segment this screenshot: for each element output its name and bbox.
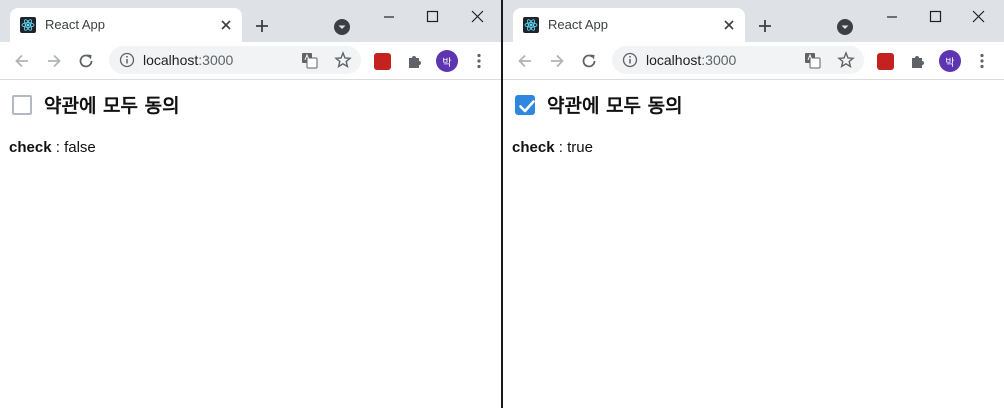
page-content: 약관에 모두 동의 check : true [503,80,1004,408]
close-tab-icon[interactable] [218,17,234,33]
url-port: :3000 [198,52,234,68]
extensions-puzzle-icon[interactable] [909,52,927,70]
address-bar[interactable]: localhost:3000 [109,46,361,74]
url-text: localhost:3000 [143,52,233,68]
url-port: :3000 [701,52,737,68]
browser-window-left: React App localhost:3000 박 약관에 모두 동의 che… [0,0,501,408]
react-logo-icon [20,17,36,33]
translate-icon[interactable] [804,52,821,69]
status-value: false [64,139,96,156]
tab-react-app[interactable]: React App [513,8,745,42]
agree-all-row[interactable]: 약관에 모두 동의 [515,91,683,118]
close-window-icon[interactable] [458,6,498,28]
tab-strip: React App [503,0,1004,42]
tab-title: React App [45,17,105,32]
url-host: localhost [143,52,199,68]
url-text: localhost:3000 [646,52,736,68]
status-key: check [9,139,52,156]
site-info-icon[interactable] [119,52,135,68]
status-value: true [567,139,593,156]
browser-toolbar: localhost:3000 박 [503,42,1004,80]
agree-all-row[interactable]: 약관에 모두 동의 [12,91,180,118]
back-icon[interactable] [13,52,31,70]
close-window-icon[interactable] [959,6,999,28]
new-tab-icon[interactable] [755,16,775,36]
tab-strip: React App [0,0,501,42]
maximize-icon[interactable] [915,6,955,28]
reload-icon[interactable] [77,52,95,70]
tab-react-app[interactable]: React App [10,8,242,42]
translate-icon[interactable] [301,52,318,69]
forward-icon[interactable] [45,52,63,70]
profile-avatar[interactable]: 박 [939,50,961,72]
page-content: 약관에 모두 동의 check : false [0,80,501,408]
url-host: localhost [646,52,702,68]
extension-icon[interactable] [374,53,391,70]
forward-icon[interactable] [548,52,566,70]
extensions-puzzle-icon[interactable] [406,52,424,70]
reload-icon[interactable] [580,52,598,70]
tab-search-icon[interactable] [836,18,854,36]
check-status: check : true [512,139,593,156]
checkmark-icon [519,99,535,112]
address-bar[interactable]: localhost:3000 [612,46,864,74]
check-status: check : false [9,139,96,156]
extension-icon[interactable] [877,53,894,70]
browser-window-right: React App localhost:3000 박 약관에 모두 동의 che… [503,0,1004,408]
close-tab-icon[interactable] [721,17,737,33]
profile-avatar[interactable]: 박 [436,50,458,72]
agree-all-label: 약관에 모두 동의 [44,95,180,117]
tab-search-icon[interactable] [333,18,351,36]
browser-toolbar: localhost:3000 박 [0,42,501,80]
agree-all-checkbox[interactable] [515,94,535,115]
bookmark-star-icon[interactable] [334,51,352,69]
minimize-icon[interactable] [369,6,409,28]
more-menu-icon[interactable] [470,52,488,70]
tab-title: React App [548,17,608,32]
back-icon[interactable] [516,52,534,70]
maximize-icon[interactable] [412,6,452,28]
status-separator: : [554,139,568,156]
bookmark-star-icon[interactable] [837,51,855,69]
agree-all-checkbox[interactable] [12,94,32,115]
status-key: check [512,139,555,156]
agree-all-label: 약관에 모두 동의 [547,95,683,117]
status-separator: : [51,139,65,156]
new-tab-icon[interactable] [252,16,272,36]
more-menu-icon[interactable] [973,52,991,70]
site-info-icon[interactable] [622,52,638,68]
react-logo-icon [523,17,539,33]
minimize-icon[interactable] [872,6,912,28]
